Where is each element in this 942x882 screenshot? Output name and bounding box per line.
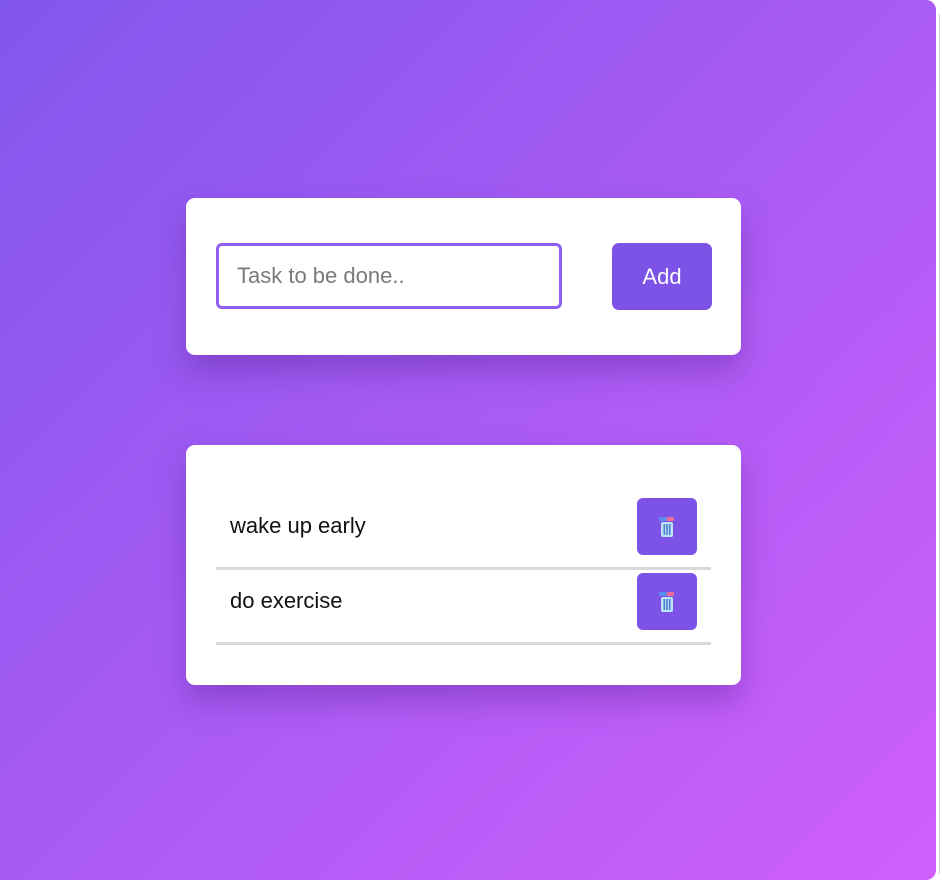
task-text: do exercise <box>230 588 343 613</box>
delete-task-button[interactable] <box>637 498 697 555</box>
window-edge-line <box>939 14 940 874</box>
task-item: wake up early <box>216 495 711 570</box>
task-item: do exercise <box>216 570 711 645</box>
task-list-card: wake up early do exercise <box>186 445 741 685</box>
task-list: wake up early do exercise <box>216 495 711 645</box>
app-background: Add wake up early <box>0 0 936 880</box>
trash-icon <box>637 590 697 614</box>
delete-task-button[interactable] <box>637 573 697 630</box>
gradient-background <box>0 0 936 880</box>
task-input[interactable] <box>216 243 562 309</box>
task-text: wake up early <box>230 513 366 538</box>
window-edge <box>936 0 942 882</box>
add-task-card: Add <box>186 198 741 355</box>
trash-icon <box>637 515 697 539</box>
add-button[interactable]: Add <box>612 243 712 310</box>
